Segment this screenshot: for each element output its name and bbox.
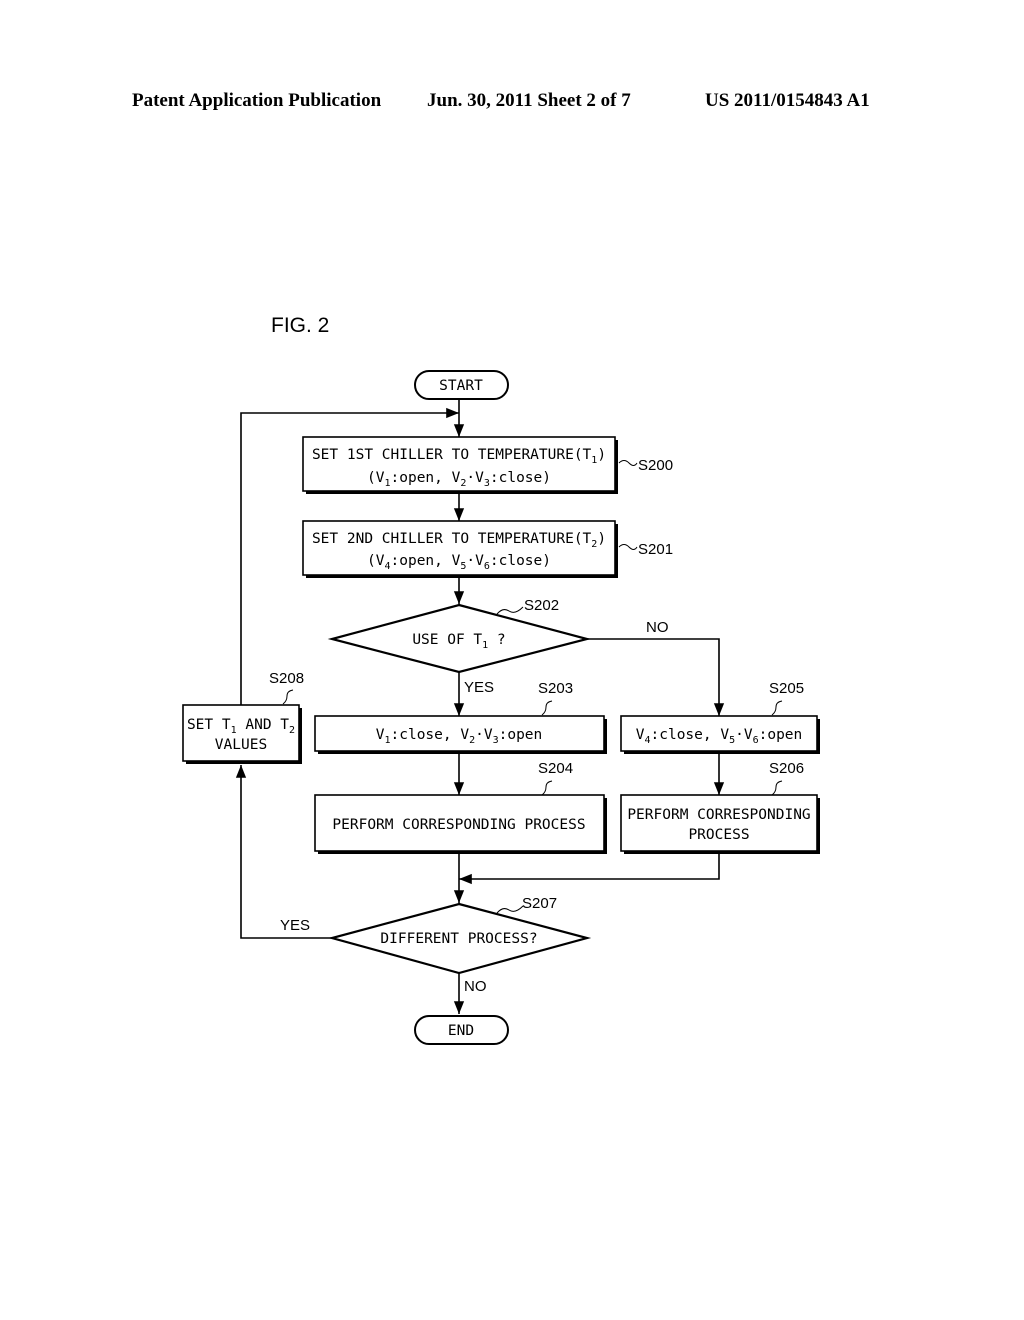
s207-question: DIFFERENT PROCESS? xyxy=(380,931,537,947)
s202-ref: S202 xyxy=(524,597,559,614)
s203-ref: S203 xyxy=(538,680,573,697)
step-s200: SET 1ST CHILLER TO TEMPERATURE(T1) (V1:o… xyxy=(302,436,618,494)
s207-no-label: NO xyxy=(464,978,487,995)
s207-ref: S207 xyxy=(522,895,557,912)
decision-s202: USE OF T1 ? xyxy=(327,603,592,674)
s206-ref: S206 xyxy=(769,760,804,777)
start-terminator: START xyxy=(414,370,509,400)
s206-line1: PERFORM CORRESPONDING xyxy=(627,807,810,823)
arrow-s202-no-to-s205 xyxy=(587,638,725,716)
step-s201: SET 2ND CHILLER TO TEMPERATURE(T2) (V4:o… xyxy=(302,520,618,578)
s200-ref: S200 xyxy=(638,457,673,474)
s202-no-label: NO xyxy=(646,619,669,636)
end-terminator: END xyxy=(414,1015,509,1045)
s208-ref: S208 xyxy=(269,670,304,687)
s204-ref: S204 xyxy=(538,760,573,777)
s206-line2: PROCESS xyxy=(688,827,749,843)
s207-yes-label: YES xyxy=(280,917,310,934)
step-s205: V4:close, V5·V6:open xyxy=(620,715,820,754)
step-s204: PERFORM CORRESPONDING PROCESS xyxy=(314,794,607,854)
s202-yes-label: YES xyxy=(464,679,494,696)
s205-ref: S205 xyxy=(769,680,804,697)
start-label: START xyxy=(439,378,483,394)
step-s208: SET T1 AND T2 VALUES xyxy=(182,704,302,764)
end-label: END xyxy=(448,1023,474,1039)
s204-label: PERFORM CORRESPONDING PROCESS xyxy=(332,817,585,833)
arrow-s206-merge xyxy=(459,852,720,885)
flowchart: START SET 1ST CHILLER TO TEMPERATURE(T1)… xyxy=(182,370,820,1045)
s201-ref: S201 xyxy=(638,541,673,558)
decision-s207: DIFFERENT PROCESS? xyxy=(327,902,592,975)
step-s203: V1:close, V2·V3:open xyxy=(314,715,607,754)
s208-line2: VALUES xyxy=(215,737,267,753)
step-s206: PERFORM CORRESPONDING PROCESS xyxy=(620,794,820,854)
